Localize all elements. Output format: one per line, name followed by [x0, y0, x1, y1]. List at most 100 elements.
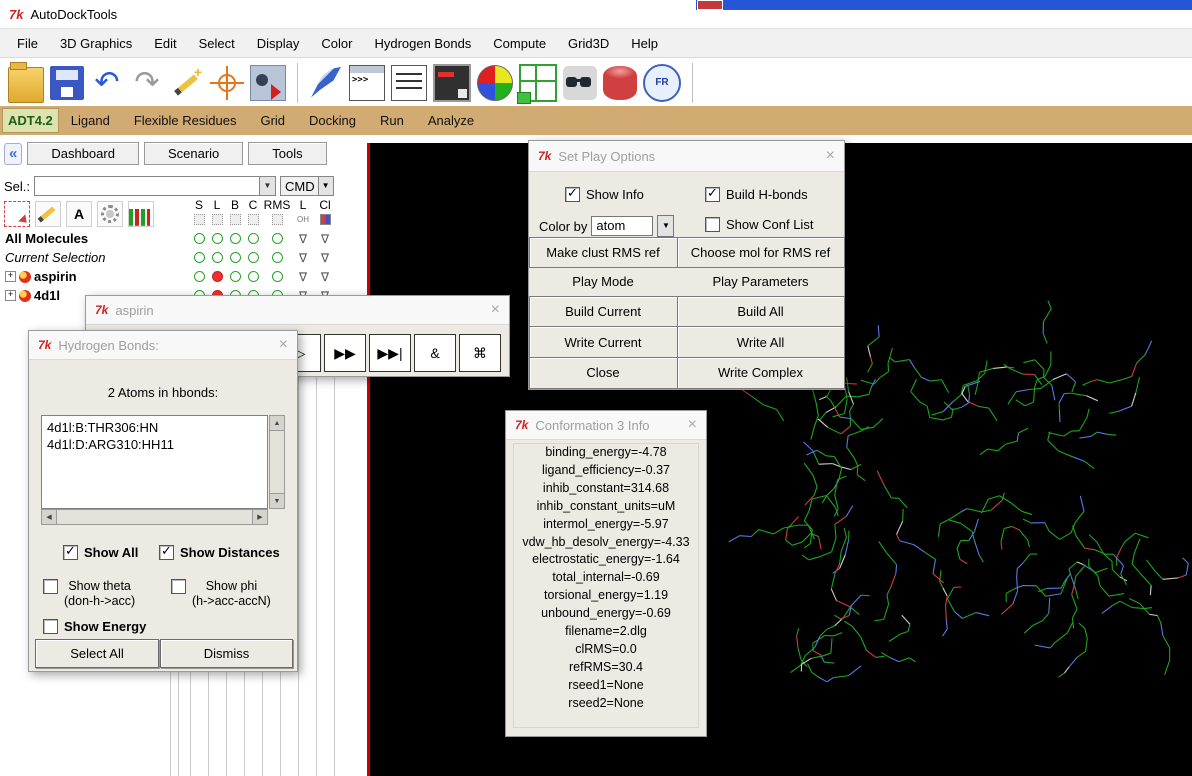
make-clust-rms-ref-button[interactable]: Make clust RMS ref	[528, 236, 678, 269]
undo-icon[interactable]	[90, 66, 124, 100]
display-circle-toggle[interactable]	[190, 270, 208, 284]
close-icon[interactable]: ×	[826, 148, 835, 164]
mode-tab-flexible-residues[interactable]: Flexible Residues	[122, 108, 249, 133]
menu-edit[interactable]: Edit	[143, 31, 187, 56]
display-circle-toggle[interactable]	[226, 232, 244, 246]
show-conf-list-checkbox[interactable]	[705, 217, 720, 232]
cmd-dropdown[interactable]: CMD ▼	[280, 176, 334, 196]
display-circle-toggle[interactable]	[190, 232, 208, 246]
sidebar-tab-scenario[interactable]: Scenario	[143, 142, 244, 165]
tree-item-label[interactable]: aspirin	[34, 269, 77, 284]
label-a-icon[interactable]: A	[66, 201, 92, 227]
display-circle-toggle[interactable]	[208, 270, 226, 284]
vertical-scrollbar[interactable]: ▲ ▼	[269, 415, 285, 509]
conformation-info-titlebar[interactable]: 7k Conformation 3 Info ×	[506, 411, 706, 440]
text-lines-icon[interactable]	[391, 64, 427, 101]
tree-item-label[interactable]: 4d1l	[34, 288, 60, 303]
pen-icon[interactable]	[311, 66, 341, 98]
horizontal-scrollbar[interactable]: ◀ ▶	[41, 509, 268, 525]
sidebar-tab-dashboard[interactable]: Dashboard	[27, 142, 139, 165]
show-info-checkbox[interactable]	[565, 185, 580, 202]
show-theta-checkbox[interactable]	[43, 579, 58, 594]
close-icon[interactable]: ×	[688, 417, 697, 433]
monitor-icon[interactable]	[433, 63, 471, 102]
show-all-checkbox[interactable]	[63, 543, 78, 560]
scroll-down-icon[interactable]: ▼	[269, 493, 285, 509]
color-sphere-icon[interactable]	[477, 64, 513, 101]
menu-compute[interactable]: Compute	[482, 31, 557, 56]
display-triangle-toggle[interactable]	[292, 232, 314, 246]
histogram-icon[interactable]	[128, 201, 154, 227]
menu-color[interactable]: Color	[310, 31, 363, 56]
menu-help[interactable]: Help	[620, 31, 669, 56]
fast-forward-button[interactable]: ▶▶	[324, 334, 366, 372]
scroll-right-icon[interactable]: ▶	[252, 509, 268, 525]
3d-glasses-icon[interactable]	[563, 65, 597, 100]
chevron-down-icon[interactable]: ▼	[317, 177, 333, 195]
select-grid-icon[interactable]	[4, 201, 30, 227]
mode-tab-run[interactable]: Run	[368, 108, 416, 133]
write-all-button[interactable]: Write All	[676, 326, 845, 358]
display-circle-toggle[interactable]	[244, 270, 262, 284]
spin-barrel-icon[interactable]	[603, 65, 637, 100]
display-circle-toggle[interactable]	[244, 232, 262, 246]
mode-tab-analyze[interactable]: Analyze	[416, 108, 486, 133]
menu-3d-graphics[interactable]: 3D Graphics	[49, 31, 143, 56]
show-energy-checkbox[interactable]	[43, 619, 58, 634]
scroll-up-icon[interactable]: ▲	[269, 415, 285, 431]
menu-hydrogen-bonds[interactable]: Hydrogen Bonds	[363, 31, 482, 56]
build-current-button[interactable]: Build Current	[528, 295, 678, 328]
menu-grid3d[interactable]: Grid3D	[557, 31, 620, 56]
build-all-button[interactable]: Build All	[676, 295, 845, 328]
collapse-panel-button[interactable]: «	[4, 142, 23, 165]
display-circle-toggle[interactable]	[244, 251, 262, 265]
menu-select[interactable]: Select	[188, 31, 246, 56]
play-parameters-button[interactable]: Play Parameters	[677, 267, 845, 297]
write-current-button[interactable]: Write Current	[528, 326, 678, 358]
sidebar-tab-tools[interactable]: Tools	[248, 142, 327, 165]
display-circle-toggle[interactable]	[262, 270, 292, 284]
pencil-spark-icon[interactable]	[170, 64, 204, 100]
selection-input[interactable]: ▼	[34, 176, 277, 196]
mode-tab-ligand[interactable]: Ligand	[59, 108, 122, 133]
dismiss-button[interactable]: Dismiss	[160, 639, 293, 668]
display-triangle-toggle[interactable]	[314, 270, 336, 284]
hydrogen-bonds-titlebar[interactable]: 7k Hydrogen Bonds: ×	[29, 331, 297, 360]
display-circle-toggle[interactable]	[208, 251, 226, 265]
close-icon[interactable]: ×	[279, 337, 288, 353]
display-circle-toggle[interactable]	[226, 270, 244, 284]
scroll-left-icon[interactable]: ◀	[41, 509, 57, 525]
go-to-end-button[interactable]: ▶▶|	[369, 334, 411, 372]
center-target-icon[interactable]	[210, 65, 244, 100]
show-distances-checkbox[interactable]	[159, 543, 174, 560]
hbonds-listbox[interactable]: 4d1l:B:THR306:HN 4d1l:D:ARG310:HH11	[41, 415, 268, 509]
tree-item-label[interactable]: All Molecules	[5, 231, 88, 246]
open-file-icon[interactable]	[8, 61, 44, 103]
display-triangle-toggle[interactable]	[292, 270, 314, 284]
fr-badge-icon[interactable]: FR	[643, 63, 681, 102]
show-phi-checkbox[interactable]	[171, 579, 186, 594]
hbond-atom-item[interactable]: 4d1l:B:THR306:HN	[47, 419, 262, 436]
hbond-atom-item[interactable]: 4d1l:D:ARG310:HH11	[47, 436, 262, 453]
save-icon[interactable]	[50, 65, 84, 100]
close-button[interactable]: Close	[528, 356, 678, 389]
command-button[interactable]: ⌘	[459, 334, 501, 372]
display-triangle-toggle[interactable]	[292, 251, 314, 265]
camera-export-icon[interactable]	[250, 64, 286, 101]
display-circle-toggle[interactable]	[208, 232, 226, 246]
set-play-options-titlebar[interactable]: 7k Set Play Options ×	[529, 141, 844, 172]
select-all-button[interactable]: Select All	[35, 639, 159, 668]
mode-tab-docking[interactable]: Docking	[297, 108, 368, 133]
chevron-down-icon[interactable]: ▼	[657, 215, 675, 237]
display-circle-toggle[interactable]	[262, 232, 292, 246]
expand-icon[interactable]	[5, 271, 16, 282]
gear-icon[interactable]	[97, 201, 123, 227]
redo-icon[interactable]	[130, 66, 164, 100]
mode-tab-grid[interactable]: Grid	[248, 108, 297, 133]
player-dialog-titlebar[interactable]: 7k aspirin ×	[86, 296, 509, 325]
chevron-down-icon[interactable]: ▼	[259, 177, 276, 195]
choose-mol-for-rms-ref-button[interactable]: Choose mol for RMS ref	[676, 236, 845, 269]
grid-box-icon[interactable]	[517, 63, 557, 104]
python-shell-icon[interactable]: >>>	[349, 64, 385, 101]
display-circle-toggle[interactable]	[262, 251, 292, 265]
